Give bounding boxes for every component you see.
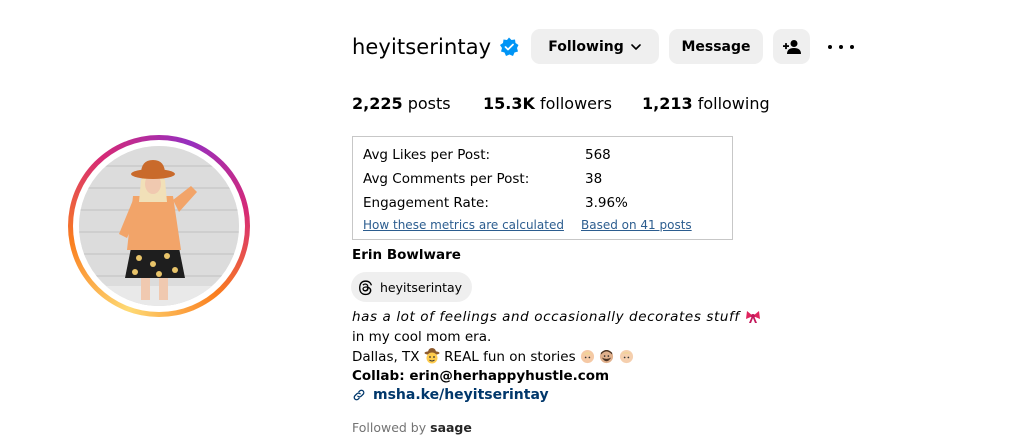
avg-likes-value: 568: [585, 147, 611, 163]
followed-by[interactable]: Followed by saage: [352, 420, 472, 435]
bio-location: Dallas, TX: [352, 349, 420, 365]
bio-link-row[interactable]: msha.ke/heyitserintay: [352, 387, 549, 403]
bio-line-1: has a lot of feelings and occasionally d…: [352, 309, 761, 325]
avatar-border: [73, 140, 245, 312]
avatar[interactable]: [79, 146, 239, 306]
followers-count: 15.3K: [483, 94, 535, 113]
profile-avatar-ring[interactable]: [68, 135, 250, 317]
bio-stories-text: REAL fun on stories: [444, 349, 576, 365]
bio-collab: Collab: erin@herhappyhustle.com: [352, 368, 609, 384]
following-stat[interactable]: 1,213 following: [642, 94, 770, 113]
engagement-rate-label: Engagement Rate:: [363, 195, 489, 211]
avg-comments-value: 38: [585, 171, 603, 187]
followers-label: followers: [539, 94, 612, 113]
bio-line-2: in my cool mom era.: [352, 329, 492, 345]
more-options-icon[interactable]: [828, 37, 854, 57]
cowboy-emoji-icon: [424, 348, 440, 364]
message-button-label: Message: [681, 38, 751, 55]
avg-likes-label: Avg Likes per Post:: [363, 147, 491, 163]
metrics-explanation-link[interactable]: How these metrics are calculated: [363, 218, 564, 232]
followed-by-prefix: Followed by: [352, 420, 427, 435]
bio-line-3: Dallas, TX REAL fun on stories: [352, 348, 634, 365]
bio-text-1: has a lot of feelings and occasionally d…: [352, 309, 740, 325]
external-link[interactable]: msha.ke/heyitserintay: [373, 387, 549, 403]
more-dot: [828, 45, 832, 49]
ribbon-icon: [745, 311, 760, 323]
engagement-metrics-box: Avg Likes per Post: 568 Avg Comments per…: [352, 136, 733, 240]
child-face-emoji-icon: [619, 349, 633, 364]
following-label: following: [697, 94, 770, 113]
collab-label: Collab:: [352, 368, 405, 384]
following-button-label: Following: [548, 38, 624, 55]
threads-handle: heyitserintay: [380, 279, 463, 295]
more-dot: [839, 45, 843, 49]
more-dot: [850, 45, 854, 49]
bearded-face-emoji-icon: [600, 349, 614, 364]
threads-icon: [359, 279, 373, 295]
message-button[interactable]: Message: [669, 29, 763, 64]
followed-by-user: saage: [430, 420, 472, 435]
threads-badge[interactable]: heyitserintay: [351, 272, 473, 302]
following-button[interactable]: Following: [531, 29, 659, 64]
based-on-posts-link[interactable]: Based on 41 posts: [581, 218, 692, 232]
collab-email: erin@herhappyhustle.com: [409, 368, 610, 384]
face-emoji-icon: [580, 349, 594, 364]
engagement-rate-value: 3.96%: [585, 195, 628, 211]
following-count: 1,213: [642, 94, 693, 113]
link-icon: [353, 389, 365, 401]
posts-label: posts: [407, 94, 451, 113]
profile-header: heyitserintay: [352, 28, 519, 66]
avg-comments-label: Avg Comments per Post:: [363, 171, 530, 187]
verified-badge-icon: [499, 37, 519, 57]
avatar-photo: [79, 146, 239, 306]
posts-stat: 2,225 posts: [352, 94, 451, 113]
followers-stat[interactable]: 15.3K followers: [483, 94, 612, 113]
profile-full-name: Erin Bowlware: [352, 247, 461, 263]
username: heyitserintay: [352, 35, 492, 59]
add-user-icon: [782, 39, 801, 54]
chevron-down-icon: [630, 43, 641, 50]
posts-count: 2,225: [352, 94, 403, 113]
add-user-button[interactable]: [773, 29, 810, 64]
